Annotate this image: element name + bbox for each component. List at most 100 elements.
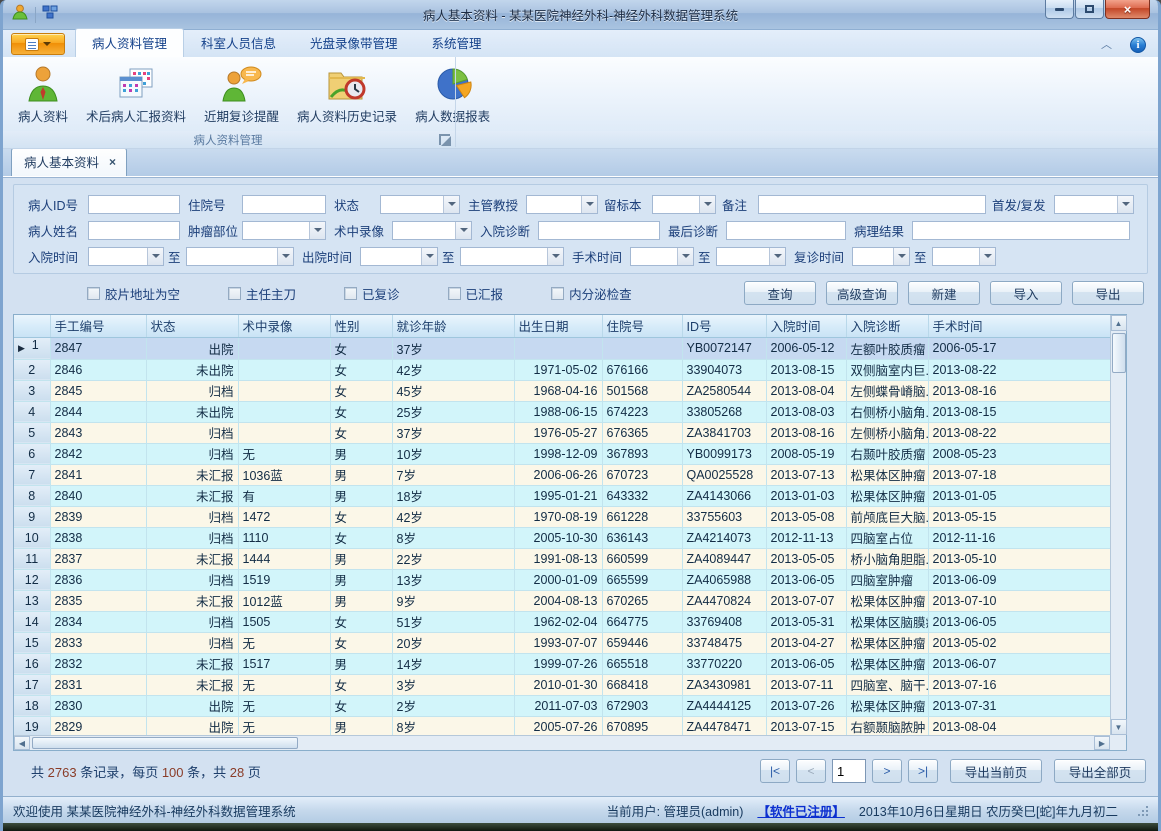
ribbon-button-5[interactable]: 病人数据报表 — [406, 61, 499, 131]
export-current-page-button[interactable]: 导出当前页 — [950, 759, 1042, 783]
table-row[interactable]: 32845归档女45岁1968-04-16501568ZA25805442013… — [14, 380, 1112, 401]
next-page-button[interactable]: > — [872, 759, 902, 783]
column-header-住院号[interactable]: 住院号 — [602, 315, 682, 337]
ribbon-button-2[interactable]: 术后病人汇报资料 — [77, 61, 195, 131]
row-marker[interactable]: 13 — [14, 590, 50, 611]
action-button-2[interactable]: 高级查询 — [826, 281, 898, 305]
table-row[interactable]: 132835未汇报1012蓝男9岁2004-08-13670265ZA44708… — [14, 590, 1112, 611]
combo-dropdown-icon[interactable] — [581, 196, 597, 213]
combo-dropdown-icon[interactable] — [547, 248, 563, 265]
病人姓名-input[interactable] — [88, 221, 180, 240]
备注-input[interactable] — [758, 195, 986, 214]
combo-text[interactable] — [187, 248, 277, 265]
combo-text[interactable] — [89, 248, 147, 265]
combo-text[interactable] — [653, 196, 699, 213]
group-dialog-launcher-icon[interactable] — [439, 134, 450, 145]
column-header-出生日期[interactable]: 出生日期 — [514, 315, 602, 337]
close-button[interactable]: × — [1105, 0, 1150, 19]
table-row[interactable]: 52843归档女37岁1976-05-27676365ZA38417032013… — [14, 422, 1112, 443]
column-header-ID号[interactable]: ID号 — [682, 315, 766, 337]
column-header-入院时间[interactable]: 入院时间 — [766, 315, 846, 337]
术中录像-combo[interactable] — [392, 221, 472, 240]
row-marker[interactable]: 7 — [14, 464, 50, 485]
table-row[interactable]: 112837未汇报1444男22岁1991-08-13660599ZA40894… — [14, 548, 1112, 569]
row-marker[interactable]: 17 — [14, 674, 50, 695]
row-marker[interactable]: 3 — [14, 380, 50, 401]
checkbox-4[interactable]: 已汇报 — [448, 284, 504, 303]
combo-text[interactable] — [853, 248, 893, 265]
table-row[interactable]: 182830出院无女2岁2011-07-03672903ZA4444125201… — [14, 695, 1112, 716]
combo-text[interactable] — [243, 222, 309, 239]
复诊时间-combo[interactable] — [852, 247, 910, 266]
column-header-术中录像[interactable]: 术中录像 — [238, 315, 330, 337]
row-marker[interactable]: 5 — [14, 422, 50, 443]
row-marker[interactable]: 16 — [14, 653, 50, 674]
checkbox-1[interactable]: 胶片地址为空 — [87, 284, 180, 303]
row-marker[interactable]: 9 — [14, 506, 50, 527]
checkbox-3[interactable]: 已复诊 — [344, 284, 400, 303]
table-row[interactable]: ▶12847出院女37岁YB00721472006-05-12左额叶胶质瘤200… — [14, 337, 1112, 359]
combo-dropdown-icon[interactable] — [277, 248, 293, 265]
row-marker[interactable]: 19 — [14, 716, 50, 737]
table-row[interactable]: 122836归档1519男13岁2000-01-09665599ZA406598… — [14, 569, 1112, 590]
combo-dropdown-icon[interactable] — [769, 248, 785, 265]
row-marker[interactable]: 12 — [14, 569, 50, 590]
resize-grip[interactable] — [1136, 804, 1148, 816]
first-page-button[interactable]: |< — [760, 759, 790, 783]
last-page-button[interactable]: >| — [908, 759, 938, 783]
scroll-up-icon[interactable]: ▲ — [1111, 315, 1127, 331]
action-button-1[interactable]: 查询 — [744, 281, 816, 305]
row-marker[interactable]: 15 — [14, 632, 50, 653]
action-button-5[interactable]: 导出 — [1072, 281, 1144, 305]
ribbon-button-1[interactable]: 病人资料 — [9, 61, 77, 131]
combo-text[interactable] — [1055, 196, 1117, 213]
export-all-pages-button[interactable]: 导出全部页 — [1054, 759, 1146, 783]
ribbon-button-4[interactable]: 病人资料历史记录 — [288, 61, 406, 131]
app-logo-user-icon[interactable] — [11, 3, 29, 26]
row-marker[interactable]: 18 — [14, 695, 50, 716]
horizontal-scroll-thumb[interactable] — [32, 737, 298, 749]
ribbon-button-3[interactable]: 近期复诊提醒 — [195, 61, 288, 131]
combo-text[interactable] — [393, 222, 455, 239]
column-header-手术时间[interactable]: 手术时间 — [928, 315, 1112, 337]
table-row[interactable]: 162832未汇报1517男14岁1999-07-266655183377022… — [14, 653, 1112, 674]
combo-text[interactable] — [381, 196, 443, 213]
病人ID号-input[interactable] — [88, 195, 180, 214]
row-marker[interactable]: 4 — [14, 401, 50, 422]
入院时间-combo[interactable] — [88, 247, 164, 266]
至-combo[interactable] — [932, 247, 996, 266]
combo-dropdown-icon[interactable] — [893, 248, 909, 265]
maximize-button[interactable] — [1075, 0, 1104, 19]
留标本-combo[interactable] — [652, 195, 716, 214]
row-marker[interactable]: 2 — [14, 359, 50, 380]
ribbon-tab-4[interactable]: 系统管理 — [415, 28, 499, 57]
scroll-right-icon[interactable]: ▶ — [1094, 736, 1110, 750]
table-row[interactable]: 142834归档1505女51岁1962-02-0466477533769408… — [14, 611, 1112, 632]
info-icon[interactable]: i — [1130, 37, 1146, 53]
checkbox-5[interactable]: 内分泌检查 — [551, 284, 632, 303]
row-marker[interactable]: ▶1 — [14, 337, 50, 359]
combo-text[interactable] — [717, 248, 769, 265]
checkbox-box-icon[interactable] — [448, 287, 461, 300]
住院号-input[interactable] — [242, 195, 326, 214]
row-marker[interactable]: 8 — [14, 485, 50, 506]
combo-dropdown-icon[interactable] — [1117, 196, 1133, 213]
collapse-ribbon-icon[interactable]: ︿ — [1101, 40, 1112, 51]
table-row[interactable]: 192829出院无男8岁2005-07-26670895ZA4478471201… — [14, 716, 1112, 737]
肿瘤部位-combo[interactable] — [242, 221, 326, 240]
table-row[interactable]: 62842归档无男10岁1998-12-09367893YB0099173200… — [14, 443, 1112, 464]
table-row[interactable]: 72841未汇报1036蓝男7岁2006-06-26670723QA002552… — [14, 464, 1112, 485]
row-marker[interactable]: 10 — [14, 527, 50, 548]
至-combo[interactable] — [186, 247, 294, 266]
checkbox-box-icon[interactable] — [344, 287, 357, 300]
column-header-marker[interactable] — [14, 315, 50, 337]
combo-dropdown-icon[interactable] — [443, 196, 459, 213]
出院时间-combo[interactable] — [360, 247, 438, 266]
column-header-入院诊断[interactable]: 入院诊断 — [846, 315, 928, 337]
combo-text[interactable] — [461, 248, 547, 265]
row-marker[interactable]: 6 — [14, 443, 50, 464]
scroll-left-icon[interactable]: ◀ — [14, 736, 30, 750]
checkbox-2[interactable]: 主任主刀 — [228, 284, 296, 303]
tab-close-icon[interactable]: × — [109, 156, 116, 168]
combo-text[interactable] — [631, 248, 677, 265]
